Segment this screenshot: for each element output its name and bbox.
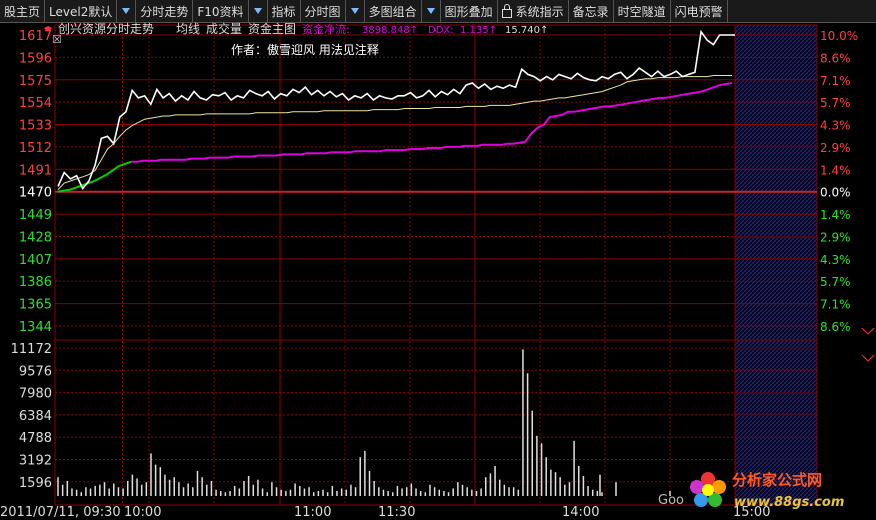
pct-tick-label: 8.6% (820, 51, 851, 65)
pct-tick-label: 1.4% (820, 163, 851, 177)
extra-value: 15.740↑ (505, 25, 548, 36)
pct-tick-label: 7.1% (820, 298, 851, 312)
ddx-value: 1.135↑ (460, 25, 497, 36)
price-line (57, 29, 732, 190)
price-tick-label: 1470 (19, 186, 52, 201)
intraday-chart[interactable]: 1617 10.0% 1596 8.6% 1575 7.1% 1554 5.7% 1533 4.3… (0, 0, 876, 520)
time-tick-label: 11:00 (294, 505, 331, 520)
volume-tick-label: 7980 (19, 387, 52, 402)
time-tick-label: 10:00 (124, 505, 161, 520)
stock-title: 创兴资源分时走势 (58, 22, 154, 36)
chart-tab-1: 成交量 (206, 21, 242, 36)
flower-logo-icon (690, 472, 726, 507)
time-tick-label: 2011/07/11, 09:30 (0, 505, 121, 520)
volume-tick-label: 6384 (19, 409, 52, 424)
pct-tick-label: 4.3% (820, 119, 851, 133)
pct-tick-label: 2.9% (820, 230, 851, 244)
ddx-label: DDX: (428, 25, 454, 36)
pct-tick-label: 8.6% (820, 320, 851, 334)
volume-tick-label: 4788 (19, 431, 52, 446)
price-tick-label: 1512 (19, 141, 52, 156)
watermark-url: www.88gs.com (734, 495, 845, 510)
author-note: 作者：傲雪迎风 用法见注释 (231, 42, 379, 57)
pct-tick-label: 1.4% (820, 208, 851, 222)
expand-icon (861, 354, 875, 362)
chart-tab-2: 资金主图 (248, 21, 296, 36)
pct-tick-label: 7.1% (820, 74, 851, 88)
price-tick-label: 1386 (19, 275, 52, 290)
pct-tick-label: 2.9% (820, 141, 851, 155)
price-tick-label: 1428 (19, 230, 52, 245)
close-chart-icon: ☒ (52, 33, 62, 46)
flow-label: 资金净流: (302, 22, 350, 36)
price-tick-label: 1344 (19, 320, 52, 335)
pct-tick-label: 0.0% (820, 186, 851, 200)
price-tick-label: 1617 (19, 29, 52, 44)
price-tick-label: 1596 (19, 51, 52, 66)
volume-tick-label: 11172 (11, 342, 52, 357)
price-tick-label: 1407 (19, 253, 52, 268)
price-tick-label: 1575 (19, 74, 52, 89)
watermark-title: 分析家公式网 (732, 471, 823, 489)
price-tick-label: 1491 (19, 163, 52, 178)
price-tick-label: 1365 (19, 298, 52, 313)
pct-tick-label: 5.7% (820, 96, 851, 110)
pct-tick-label: 4.3% (820, 253, 851, 267)
volume-tick-label: 1596 (19, 476, 52, 491)
partial-text: Goo (658, 493, 684, 508)
pct-tick-label: 10.0% (820, 29, 858, 43)
time-tick-label: 14:00 (562, 505, 599, 520)
price-tick-label: 1554 (19, 96, 52, 111)
pct-tick-label: 5.7% (820, 275, 851, 289)
time-tick-label: 11:30 (378, 505, 415, 520)
expand-icon (861, 327, 875, 335)
price-tick-label: 1533 (19, 119, 52, 134)
volume-tick-label: 3192 (19, 454, 52, 469)
after-hours-region (735, 25, 817, 505)
price-tick-label: 1449 (19, 208, 52, 223)
flow-value: 3898.848↑ (362, 25, 418, 36)
chart-tab-0: 均线 (176, 22, 200, 36)
site-watermark: 分析家公式网 www.88gs.com (686, 467, 876, 520)
volume-tick-label: 9576 (19, 364, 52, 379)
